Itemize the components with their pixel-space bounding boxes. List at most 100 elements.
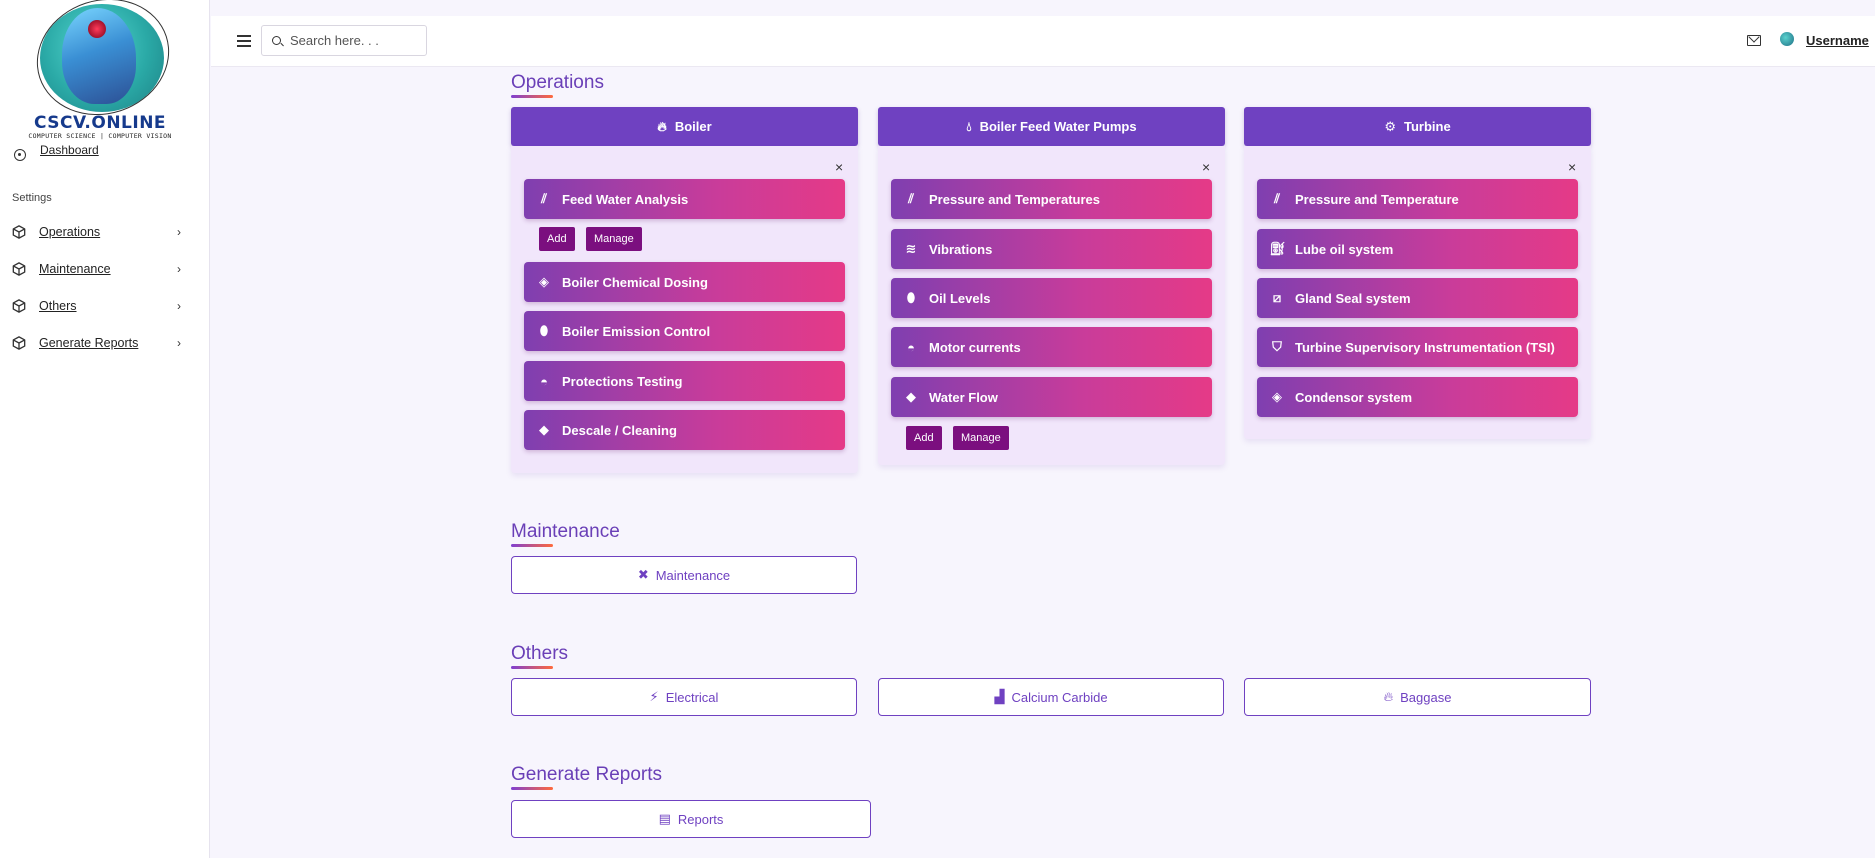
sidebar-item-others[interactable]: Others ›	[0, 292, 200, 320]
op-item-descale-cleaning[interactable]: ◆ Descale / Cleaning	[524, 410, 845, 450]
username-link[interactable]: Username	[1806, 33, 1869, 48]
fire-icon: 🔥︎	[1383, 689, 1394, 704]
menu-toggle-icon[interactable]	[237, 35, 251, 47]
sidebar-item-label: Operations	[39, 225, 101, 239]
op-item-label: Lube oil system	[1295, 241, 1394, 257]
bars-icon: ⫽	[541, 191, 547, 206]
button-label: Reports	[677, 811, 724, 827]
op-item-boiler-chemical-dosing[interactable]: ◈ Boiler Chemical Dosing	[524, 262, 845, 302]
bars-icon: ⫽	[1274, 191, 1280, 206]
avatar[interactable]	[1780, 32, 1794, 46]
section-underline	[511, 666, 553, 669]
sidebar-item-generate-reports[interactable]: Generate Reports ›	[0, 329, 200, 357]
op-item-motor-currents[interactable]: ◓ Motor currents	[891, 327, 1212, 367]
op-item-gland-seal-system[interactable]: ⧄ Gland Seal system	[1257, 278, 1578, 318]
op-item-pressure-and-temperature[interactable]: ⫽ Pressure and Temperature	[1257, 179, 1578, 219]
dashboard-icon	[14, 149, 26, 161]
column-title: Boiler Feed Water Pumps	[979, 119, 1137, 134]
section-underline	[511, 787, 553, 790]
gauge-icon: ◓	[907, 339, 915, 355]
op-item-turbine-supervisory-instrumentation[interactable]: ⛉ Turbine Supervisory Instrumentation (T…	[1257, 327, 1578, 367]
op-item-label: Feed Water Analysis	[562, 191, 689, 207]
chevron-right-icon: ›	[177, 225, 181, 239]
op-item-vibrations[interactable]: ≋ Vibrations	[891, 229, 1212, 269]
baggase-button[interactable]: 🔥︎ Baggase	[1244, 678, 1591, 716]
pills-icon: ⬮	[906, 290, 916, 305]
section-underline	[511, 544, 553, 547]
op-item-label: Vibrations	[929, 241, 993, 257]
op-item-oil-levels[interactable]: ⬮ Oil Levels	[891, 278, 1212, 318]
calcium-carbide-button[interactable]: ▟ Calcium Carbide	[878, 678, 1224, 716]
mail-icon[interactable]	[1747, 35, 1761, 46]
chevron-right-icon: ›	[177, 262, 181, 276]
tools-icon: ✖	[637, 567, 649, 582]
section-title-maintenance: Maintenance	[511, 521, 620, 542]
sidebar-item-label: Dashboard	[40, 143, 99, 157]
column-header-boiler[interactable]: 🔥︎ Boiler	[511, 107, 858, 146]
op-item-feed-water-analysis[interactable]: ⫽ Feed Water Analysis	[524, 179, 845, 219]
brand-tagline: COMPUTER SCIENCE | COMPUTER VISION	[28, 132, 172, 140]
add-button[interactable]: Add	[906, 426, 942, 450]
sidebar-section-label: Settings	[12, 192, 52, 204]
cube-icon	[12, 299, 26, 313]
sidebar-item-maintenance[interactable]: Maintenance ›	[0, 255, 200, 283]
top-bar: Username	[211, 16, 1875, 67]
button-label: Electrical	[665, 689, 719, 705]
chevron-right-icon: ›	[177, 336, 181, 350]
button-label: Calcium Carbide	[1011, 689, 1108, 705]
manage-button[interactable]: Manage	[586, 227, 642, 251]
sidebar-item-operations[interactable]: Operations ›	[0, 218, 200, 246]
op-item-label: Turbine Supervisory Instrumentation (TSI…	[1295, 339, 1555, 355]
close-icon[interactable]: ×	[835, 160, 843, 174]
op-item-label: Oil Levels	[929, 290, 991, 306]
fire-icon: 🔥︎	[657, 118, 667, 134]
close-icon[interactable]: ×	[1202, 160, 1210, 174]
section-title-operations: Operations	[511, 72, 604, 93]
column-header-boiler-feed-water-pumps[interactable]: 💧︎ Boiler Feed Water Pumps	[878, 107, 1225, 146]
eraser-icon: ◆	[539, 422, 549, 437]
op-item-label: Pressure and Temperatures	[929, 191, 1100, 207]
op-item-boiler-emission-control[interactable]: ⬮ Boiler Emission Control	[524, 311, 845, 351]
cube-icon	[12, 225, 26, 239]
op-item-lube-oil-system[interactable]: ⛽︎ Lube oil system	[1257, 229, 1578, 269]
maintenance-button[interactable]: ✖ Maintenance	[511, 556, 857, 594]
cube-icon	[12, 262, 26, 276]
chevron-right-icon: ›	[177, 299, 181, 313]
manage-button[interactable]: Manage	[953, 426, 1009, 450]
column-title: Boiler	[674, 119, 712, 134]
op-item-label: Boiler Chemical Dosing	[562, 274, 708, 290]
op-item-label: Pressure and Temperature	[1295, 191, 1459, 207]
brand-name: CSCV.ONLINE	[33, 113, 167, 133]
cube-icon	[12, 336, 26, 350]
search-box[interactable]	[261, 25, 427, 56]
column-header-turbine[interactable]: ⚙ Turbine	[1244, 107, 1591, 146]
document-icon: ▤	[658, 811, 671, 826]
bolt-icon: ⚡︎	[649, 689, 659, 704]
bars-icon: ⫽	[908, 191, 914, 206]
search-input[interactable]	[290, 33, 420, 48]
electrical-button[interactable]: ⚡︎ Electrical	[511, 678, 857, 716]
add-button[interactable]: Add	[539, 227, 575, 251]
op-item-label: Water Flow	[929, 389, 998, 405]
op-item-protections-testing[interactable]: ◓ Protections Testing	[524, 361, 845, 401]
droplet-icon: 💧︎	[966, 118, 972, 134]
column-title: Turbine	[1403, 119, 1451, 134]
op-item-condensor-system[interactable]: ◈ Condensor system	[1257, 377, 1578, 417]
gears-icon: ⚙	[1384, 118, 1396, 134]
op-item-label: Boiler Emission Control	[562, 323, 711, 339]
op-item-pressure-and-temperatures[interactable]: ⫽ Pressure and Temperatures	[891, 179, 1212, 219]
close-icon[interactable]: ×	[1568, 160, 1576, 174]
flask-icon: ◈	[539, 274, 549, 289]
op-item-water-flow[interactable]: ◆ Water Flow	[891, 377, 1212, 417]
wave-icon: ≋	[905, 241, 917, 256]
reports-button[interactable]: ▤ Reports	[511, 800, 871, 838]
sidebar-item-dashboard[interactable]: Dashboard	[14, 141, 99, 161]
pills-icon: ⬮	[539, 323, 549, 338]
op-item-label: Descale / Cleaning	[562, 422, 677, 438]
tag-icon: ◈	[1272, 389, 1282, 404]
oilcan-icon: ⛽︎	[1269, 241, 1286, 256]
bandage-icon: ⧄	[1272, 290, 1282, 305]
shield-icon: ⛉	[1272, 339, 1282, 354]
section-underline	[511, 95, 553, 98]
op-item-label: Motor currents	[929, 339, 1021, 355]
